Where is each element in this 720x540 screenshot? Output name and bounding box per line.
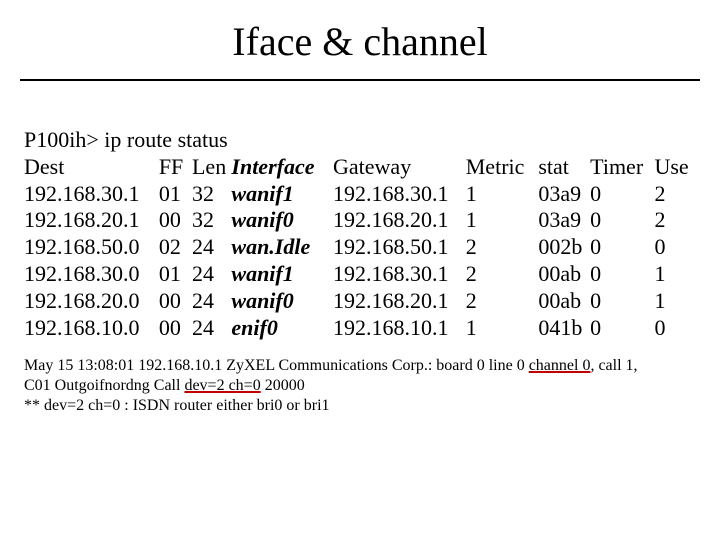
log-underline-devch: dev=2 ch=0	[184, 377, 260, 394]
cell-iface: wanif0	[231, 288, 333, 315]
log-line-2: C01 Outgoifnordng Call dev=2 ch=0 20000	[24, 376, 696, 396]
cell-use: 2	[654, 207, 696, 234]
cell-ff: 00	[159, 288, 192, 315]
cell-metric: 2	[466, 261, 539, 288]
cell-use: 0	[654, 234, 696, 261]
hdr-dest: Dest	[24, 154, 159, 181]
cell-dest: 192.168.20.0	[24, 288, 159, 315]
cell-len: 32	[192, 207, 231, 234]
cell-iface: wan.Idle	[231, 234, 333, 261]
cell-ff: 00	[159, 207, 192, 234]
cell-dest: 192.168.30.0	[24, 261, 159, 288]
cell-len: 32	[192, 181, 231, 208]
cell-metric: 2	[466, 234, 539, 261]
log-text: C01 Outgoifnordng Call	[24, 377, 184, 394]
log-block: May 15 13:08:01 192.168.10.1 ZyXEL Commu…	[0, 342, 720, 416]
cell-ff: 00	[159, 315, 192, 342]
log-line-1: May 15 13:08:01 192.168.10.1 ZyXEL Commu…	[24, 356, 696, 376]
table-row: 192.168.30.1 01 32 wanif1 192.168.30.1 1…	[24, 181, 696, 208]
page-title: Iface & channel	[0, 0, 720, 71]
cell-stat: 041b	[538, 315, 590, 342]
cell-gateway: 192.168.30.1	[333, 181, 466, 208]
log-text: May 15 13:08:01 192.168.10.1 ZyXEL Commu…	[24, 357, 529, 374]
route-block: P100ih> ip route status Dest FF Len Inte…	[0, 81, 720, 342]
cell-timer: 0	[590, 261, 654, 288]
cell-use: 2	[654, 181, 696, 208]
cell-gateway: 192.168.50.1	[333, 234, 466, 261]
cell-iface: wanif1	[231, 261, 333, 288]
cell-use: 1	[654, 288, 696, 315]
cell-stat: 00ab	[538, 261, 590, 288]
cell-stat: 00ab	[538, 288, 590, 315]
cell-timer: 0	[590, 234, 654, 261]
cell-gateway: 192.168.10.1	[333, 315, 466, 342]
log-underline-channel: channel 0	[529, 357, 591, 374]
cell-timer: 0	[590, 207, 654, 234]
hdr-gateway: Gateway	[333, 154, 466, 181]
cell-iface: wanif1	[231, 181, 333, 208]
cell-use: 1	[654, 261, 696, 288]
cell-stat: 03a9	[538, 207, 590, 234]
cell-metric: 1	[466, 207, 539, 234]
hdr-stat: stat	[538, 154, 590, 181]
cell-ff: 01	[159, 181, 192, 208]
cell-metric: 1	[466, 315, 539, 342]
hdr-len: Len	[192, 154, 231, 181]
cell-iface: wanif0	[231, 207, 333, 234]
cell-timer: 0	[590, 181, 654, 208]
hdr-metric: Metric	[466, 154, 539, 181]
table-row: 192.168.50.0 02 24 wan.Idle 192.168.50.1…	[24, 234, 696, 261]
log-text: 20000	[261, 377, 305, 394]
table-row: 192.168.20.1 00 32 wanif0 192.168.20.1 1…	[24, 207, 696, 234]
cell-len: 24	[192, 234, 231, 261]
table-row: 192.168.10.0 00 24 enif0 192.168.10.1 1 …	[24, 315, 696, 342]
cell-timer: 0	[590, 315, 654, 342]
cell-stat: 03a9	[538, 181, 590, 208]
hdr-use: Use	[654, 154, 696, 181]
cell-ff: 01	[159, 261, 192, 288]
log-line-3: ** dev=2 ch=0 : ISDN router either bri0 …	[24, 396, 696, 416]
cell-gateway: 192.168.20.1	[333, 207, 466, 234]
cell-dest: 192.168.50.0	[24, 234, 159, 261]
cell-len: 24	[192, 288, 231, 315]
cell-dest: 192.168.20.1	[24, 207, 159, 234]
cell-metric: 1	[466, 181, 539, 208]
cell-use: 0	[654, 315, 696, 342]
table-header-row: Dest FF Len Interface Gateway Metric sta…	[24, 154, 696, 181]
cell-stat: 002b	[538, 234, 590, 261]
hdr-ff: FF	[159, 154, 192, 181]
table-row: 192.168.30.0 01 24 wanif1 192.168.30.1 2…	[24, 261, 696, 288]
cell-gateway: 192.168.20.1	[333, 288, 466, 315]
cell-timer: 0	[590, 288, 654, 315]
table-row: 192.168.20.0 00 24 wanif0 192.168.20.1 2…	[24, 288, 696, 315]
cell-gateway: 192.168.30.1	[333, 261, 466, 288]
hdr-interface: Interface	[231, 154, 333, 181]
cell-ff: 02	[159, 234, 192, 261]
route-table: Dest FF Len Interface Gateway Metric sta…	[24, 154, 696, 342]
log-text: , call 1,	[590, 357, 637, 374]
cell-iface: enif0	[231, 315, 333, 342]
cell-dest: 192.168.10.0	[24, 315, 159, 342]
cell-len: 24	[192, 261, 231, 288]
hdr-timer: Timer	[590, 154, 654, 181]
cell-len: 24	[192, 315, 231, 342]
shell-prompt: P100ih> ip route status	[24, 127, 696, 154]
cell-metric: 2	[466, 288, 539, 315]
cell-dest: 192.168.30.1	[24, 181, 159, 208]
